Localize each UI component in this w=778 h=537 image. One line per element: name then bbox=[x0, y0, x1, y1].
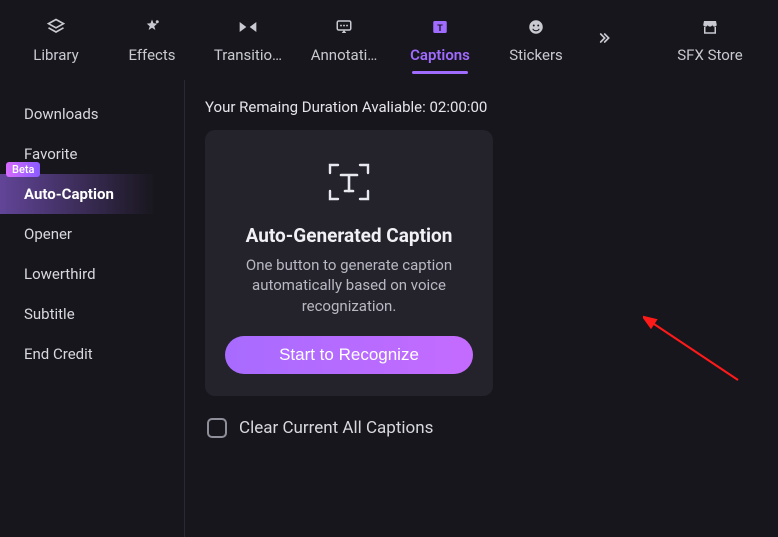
effects-icon bbox=[141, 16, 163, 38]
library-icon bbox=[45, 16, 67, 38]
sidebar-item-label: Downloads bbox=[24, 105, 99, 123]
sidebar-item-end-credit[interactable]: End Credit bbox=[0, 334, 184, 374]
main-area: Downloads Favorite Beta Auto-Caption Ope… bbox=[0, 80, 778, 537]
pointer-arrow-annotation bbox=[643, 314, 753, 394]
sidebar: Downloads Favorite Beta Auto-Caption Ope… bbox=[0, 80, 185, 537]
sidebar-item-label: Favorite bbox=[24, 145, 77, 163]
start-recognize-button[interactable]: Start to Recognize bbox=[225, 336, 473, 374]
tab-transitions[interactable]: Transitio… bbox=[200, 0, 296, 80]
content-panel: Your Remaing Duration Avaliable: 02:00:0… bbox=[185, 80, 778, 537]
remaining-value: 02:00:00 bbox=[430, 98, 488, 116]
chevron-right-double-icon bbox=[596, 30, 612, 51]
tab-label: Transitio… bbox=[214, 46, 282, 64]
clear-captions-row: Clear Current All Captions bbox=[207, 418, 758, 438]
sidebar-item-subtitle[interactable]: Subtitle bbox=[0, 294, 184, 334]
card-description: One button to generate caption automatic… bbox=[225, 255, 473, 316]
text-frame-icon bbox=[319, 158, 379, 206]
transitions-icon bbox=[237, 16, 259, 38]
beta-badge: Beta bbox=[6, 162, 40, 177]
tab-label: Stickers bbox=[509, 46, 563, 64]
tab-label: SFX Store bbox=[677, 46, 742, 64]
tabs-overflow[interactable] bbox=[584, 0, 624, 80]
store-icon bbox=[699, 16, 721, 38]
card-title: Auto-Generated Caption bbox=[225, 224, 473, 247]
auto-caption-card: Auto-Generated Caption One button to gen… bbox=[205, 130, 493, 396]
remaining-label: Your Remaing Duration Avaliable: bbox=[205, 98, 430, 116]
sidebar-item-label: Lowerthird bbox=[24, 265, 96, 283]
sidebar-item-label: Auto-Caption bbox=[24, 185, 114, 203]
captions-icon: T bbox=[429, 16, 451, 38]
sidebar-item-auto-caption[interactable]: Beta Auto-Caption bbox=[0, 174, 184, 214]
tab-effects[interactable]: Effects bbox=[104, 0, 200, 80]
remaining-duration: Your Remaing Duration Avaliable: 02:00:0… bbox=[205, 98, 758, 116]
tab-captions[interactable]: T Captions bbox=[392, 0, 488, 80]
tab-library[interactable]: Library bbox=[8, 0, 104, 80]
clear-captions-checkbox[interactable] bbox=[207, 418, 227, 438]
sidebar-item-label: Subtitle bbox=[24, 305, 75, 323]
tab-label: Annotati… bbox=[311, 46, 378, 64]
tab-stickers[interactable]: Stickers bbox=[488, 0, 584, 80]
annotations-icon bbox=[333, 16, 355, 38]
tab-label: Library bbox=[33, 46, 78, 64]
clear-captions-label: Clear Current All Captions bbox=[239, 418, 433, 438]
sidebar-item-downloads[interactable]: Downloads bbox=[0, 94, 184, 134]
svg-text:T: T bbox=[437, 23, 443, 33]
tab-label: Captions bbox=[410, 46, 470, 64]
tab-sfx-store[interactable]: SFX Store bbox=[650, 0, 770, 80]
tab-annotations[interactable]: Annotati… bbox=[296, 0, 392, 80]
sidebar-item-opener[interactable]: Opener bbox=[0, 214, 184, 254]
sidebar-item-lowerthird[interactable]: Lowerthird bbox=[0, 254, 184, 294]
top-tabs: Library Effects Transitio… Annotati… T C… bbox=[0, 0, 778, 80]
sidebar-item-label: Opener bbox=[24, 225, 72, 243]
stickers-icon bbox=[525, 16, 547, 38]
sidebar-item-label: End Credit bbox=[24, 345, 93, 363]
tab-label: Effects bbox=[128, 46, 175, 64]
